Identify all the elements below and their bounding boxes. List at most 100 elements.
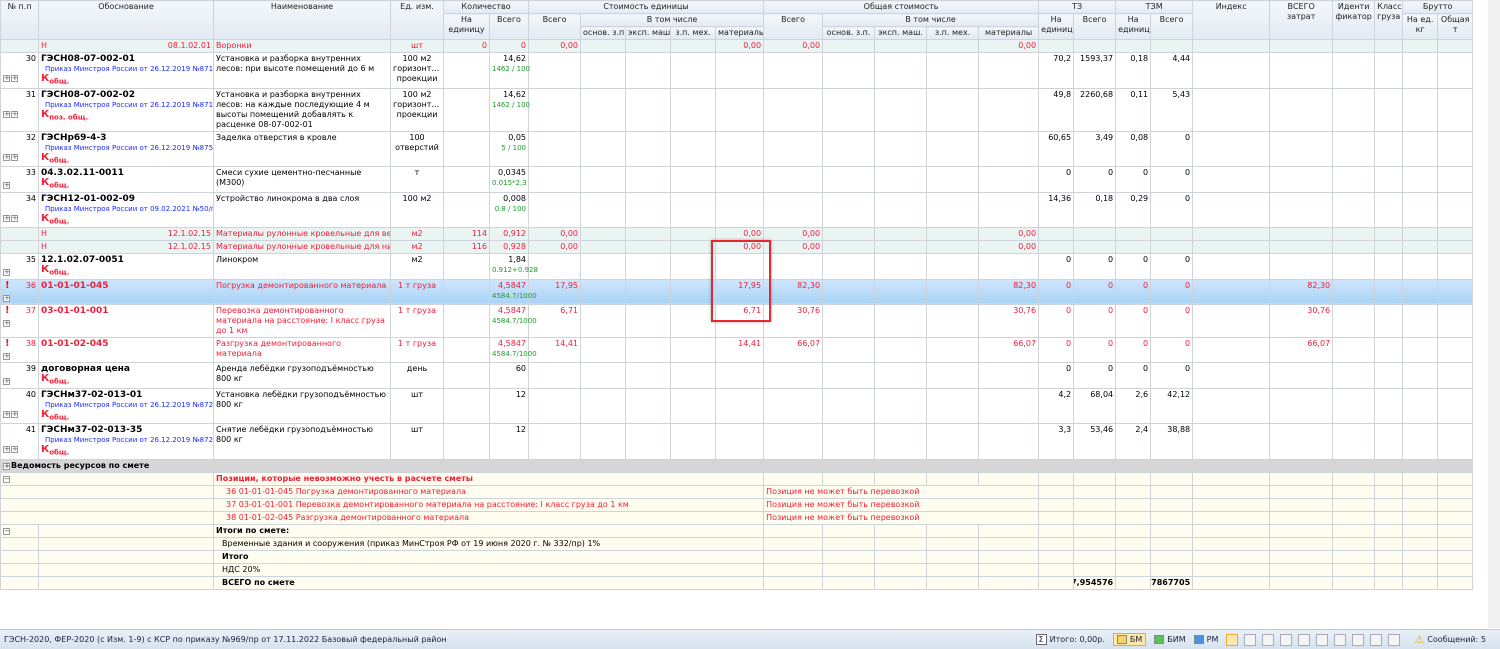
col-unit-cost[interactable]: Стоимость единицы <box>528 0 765 14</box>
col-name[interactable]: Наименование <box>213 0 391 40</box>
estimate-row[interactable]: 31 + + ГЭСН08-07-002-02 Приказ Минстроя Росс… <box>0 87 1474 132</box>
collapse-cell[interactable]: − <box>0 471 214 486</box>
expand-icon[interactable]: + <box>3 75 10 82</box>
col-unit[interactable]: Ед. изм. <box>390 0 444 40</box>
expand-icon[interactable]: + <box>11 214 18 222</box>
totals-row[interactable]: НДС 20% <box>0 562 1474 577</box>
position-row[interactable]: 38 01-01-02-045 Разгрузка демонтированно… <box>0 510 1474 525</box>
col-qty-unit[interactable]: На единицу <box>443 13 490 40</box>
expand-icon[interactable]: + <box>11 110 18 118</box>
totals-row[interactable]: Временные здания и сооружения (приказ Ми… <box>0 536 1474 551</box>
expand-icon[interactable]: + <box>3 110 10 118</box>
expand-icon[interactable]: + <box>11 153 18 161</box>
settings-icon[interactable] <box>1388 633 1401 646</box>
expand-icon[interactable]: + <box>3 294 10 302</box>
coefficient-marker[interactable]: Кобщ. <box>41 445 211 458</box>
expand-icon[interactable]: + <box>3 410 10 418</box>
col-tc-zpmeh[interactable]: з.п. мех. <box>926 26 980 40</box>
rm-toggle[interactable]: РМ <box>1193 635 1218 644</box>
collapse-icon[interactable]: − <box>3 475 10 483</box>
col-tzm[interactable]: ТЗМ <box>1115 0 1194 14</box>
expand-icon[interactable]: + <box>11 446 18 454</box>
col-uc-total[interactable]: Всего <box>528 13 582 40</box>
basis-code[interactable]: договорная цена <box>41 364 211 374</box>
col-num[interactable]: № п.п <box>0 0 39 40</box>
bm-toggle[interactable]: БМ <box>1112 633 1147 646</box>
col-brutto-unit[interactable]: На ед. кг <box>1402 13 1439 40</box>
basis-code[interactable]: ГЭСНр69-4-3 <box>41 133 211 143</box>
archive-icon[interactable] <box>1352 633 1365 646</box>
estimate-row[interactable]: 41 + + ГЭСНм37-02-013-35 Приказ Минстроя Рос… <box>0 423 1474 460</box>
basis-code[interactable]: ГЭСН08-07-002-01 <box>41 54 211 64</box>
col-tc-mat[interactable]: материалы <box>978 26 1040 40</box>
col-tz-total[interactable]: Всего <box>1073 13 1117 40</box>
expand-icon[interactable]: + <box>3 446 10 454</box>
export-icon[interactable] <box>1244 633 1257 646</box>
calc-icon[interactable] <box>1298 633 1311 646</box>
flag-icon[interactable] <box>1262 633 1275 646</box>
basis-code[interactable]: ГЭСНм37-02-013-01 <box>41 390 211 400</box>
import-icon[interactable] <box>1316 633 1329 646</box>
col-tz-unit[interactable]: На единицу <box>1038 13 1075 40</box>
col-uc-osn[interactable]: основ. з.п. <box>580 26 627 40</box>
col-qty[interactable]: Количество <box>442 0 530 14</box>
totals-row[interactable]: ВСЕГО по смете 07,954576 9,7867705 <box>0 575 1474 590</box>
basis-code[interactable]: 03-01-01-001 <box>41 306 211 316</box>
expand-icon[interactable]: + <box>11 410 18 418</box>
estimate-row[interactable]: 39 + договорная цена Кобщ. Аренда лебёдки гр… <box>0 361 1474 389</box>
basis-code[interactable]: 01-01-01-045 <box>41 281 211 291</box>
totals-row[interactable]: Итого <box>0 549 1474 564</box>
collapse-cell[interactable]: − <box>0 523 39 538</box>
coefficient-marker[interactable]: Кобщ. <box>41 178 211 191</box>
resource-row[interactable]: Н 08.1.02.01 Воронки шт 0 0 0,00 0,00 0,00 0,00 <box>0 39 1474 53</box>
basis-code[interactable]: ГЭСН08-07-002-02 <box>41 90 211 100</box>
coefficient-marker[interactable]: Кобщ. <box>41 373 211 387</box>
resource-statement-row[interactable]: +Ведомость ресурсов по смете <box>0 458 1474 473</box>
estimate-row[interactable]: 40 + + ГЭСНм37-02-013-01 Приказ Минстроя Рос… <box>0 387 1474 425</box>
expand-icon[interactable]: + <box>3 462 10 470</box>
col-basis[interactable]: Обоснование <box>38 0 214 40</box>
collapse-icon[interactable]: − <box>3 527 10 535</box>
col-brutto[interactable]: Брутто <box>1402 0 1474 14</box>
position-row[interactable]: 37 03-01-01-001 Перевозка демонтированно… <box>0 497 1474 512</box>
positions-header-row[interactable]: − Позиции, которые невозможно учесть в ра… <box>0 471 1474 486</box>
coefficient-marker[interactable]: Кобщ. <box>41 265 211 278</box>
expand-icon[interactable]: + <box>3 319 10 327</box>
coefficient-marker[interactable]: Кпоз. общ. <box>41 109 211 123</box>
vertical-scrollbar[interactable] <box>1488 0 1500 628</box>
col-klass[interactable]: Класс груза <box>1374 0 1404 40</box>
itogo-indicator[interactable]: Σ Итого: 0,00р. <box>1035 634 1105 645</box>
estimate-row[interactable]: 33 +04.3.02.11-0011 Кобщ. Смеси сухие цемен… <box>0 166 1474 193</box>
col-brutto-total[interactable]: Общая т <box>1437 13 1474 40</box>
expand-icon[interactable]: + <box>3 352 10 360</box>
chart-icon[interactable] <box>1370 633 1383 646</box>
expand-icon[interactable]: + <box>3 214 10 222</box>
basis-code[interactable]: 12.1.02.07-0051 <box>41 255 211 265</box>
col-tz[interactable]: ТЗ <box>1038 0 1117 14</box>
resource-statement[interactable]: +Ведомость ресурсов по смете <box>0 458 1474 473</box>
coefficient-marker[interactable]: Кобщ. <box>41 409 211 423</box>
totals-header-row[interactable]: − Итоги по смете: <box>0 523 1474 538</box>
normative-base-info[interactable]: ГЭСН-2020, ФЕР-2020 (с Изм. 1-9) с КСР п… <box>0 635 1036 644</box>
col-tc-eksp[interactable]: эксп. маш. <box>874 26 928 40</box>
col-tc-osn[interactable]: основ. з.п. <box>822 26 876 40</box>
expand-icon[interactable]: + <box>3 377 10 385</box>
basis-code[interactable]: 01-01-02-045 <box>41 339 211 349</box>
expand-icon[interactable]: + <box>3 182 10 190</box>
estimate-row[interactable]: 30 + + ГЭСН08-07-002-01 Приказ Минстроя Росс… <box>0 52 1474 89</box>
basis-code[interactable]: ГЭСН12-01-002-09 <box>41 194 211 204</box>
col-tc-total[interactable]: Всего <box>763 13 824 40</box>
position-row[interactable]: 36 01-01-01-045 Погрузка демонтированног… <box>0 484 1474 499</box>
bim-toggle[interactable]: БИМ <box>1154 635 1186 644</box>
col-qty-total[interactable]: Всего <box>488 13 530 40</box>
resource-row[interactable]: Н 12.1.02.15 Материалы рулонные кровельные… <box>0 227 1474 242</box>
col-tzm-total[interactable]: Всего <box>1150 13 1194 40</box>
col-index[interactable]: Индекс <box>1192 0 1271 40</box>
col-vsego[interactable]: ВСЕГО затрат <box>1269 0 1334 40</box>
print-icon[interactable] <box>1280 633 1293 646</box>
document-icon[interactable] <box>1226 633 1239 646</box>
col-uc-eksp[interactable]: эксп. маш. <box>625 26 672 40</box>
col-ident[interactable]: Идентификатор <box>1332 0 1376 40</box>
coefficient-marker[interactable]: Кобщ. <box>41 152 211 166</box>
expand-icon[interactable]: + <box>11 75 18 82</box>
